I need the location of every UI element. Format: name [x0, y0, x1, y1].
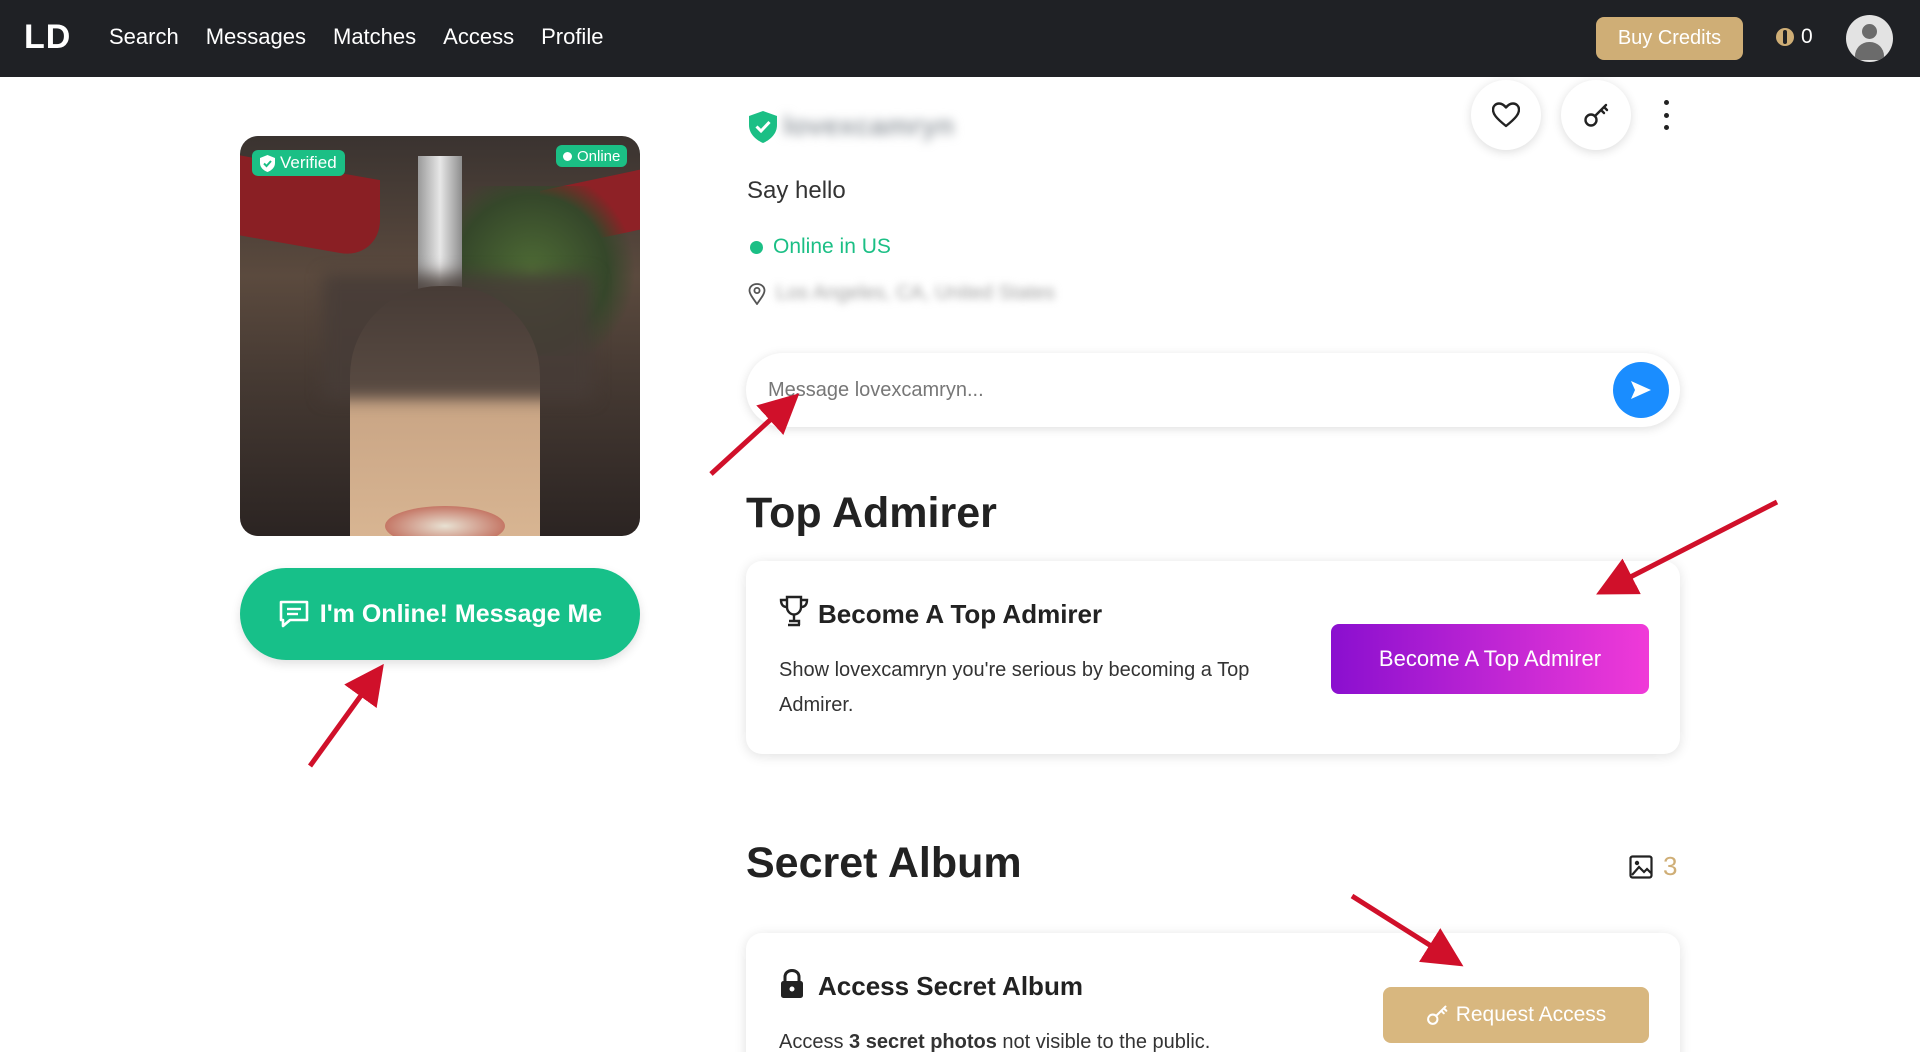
- annotation-arrows: [307, 393, 1779, 967]
- arrow-to-request-access-button: [1350, 893, 1464, 967]
- arrow-to-message-input: [709, 393, 800, 476]
- arrow-to-message-me-button: [307, 663, 384, 768]
- arrow-to-top-admirer-button: [1596, 499, 1779, 595]
